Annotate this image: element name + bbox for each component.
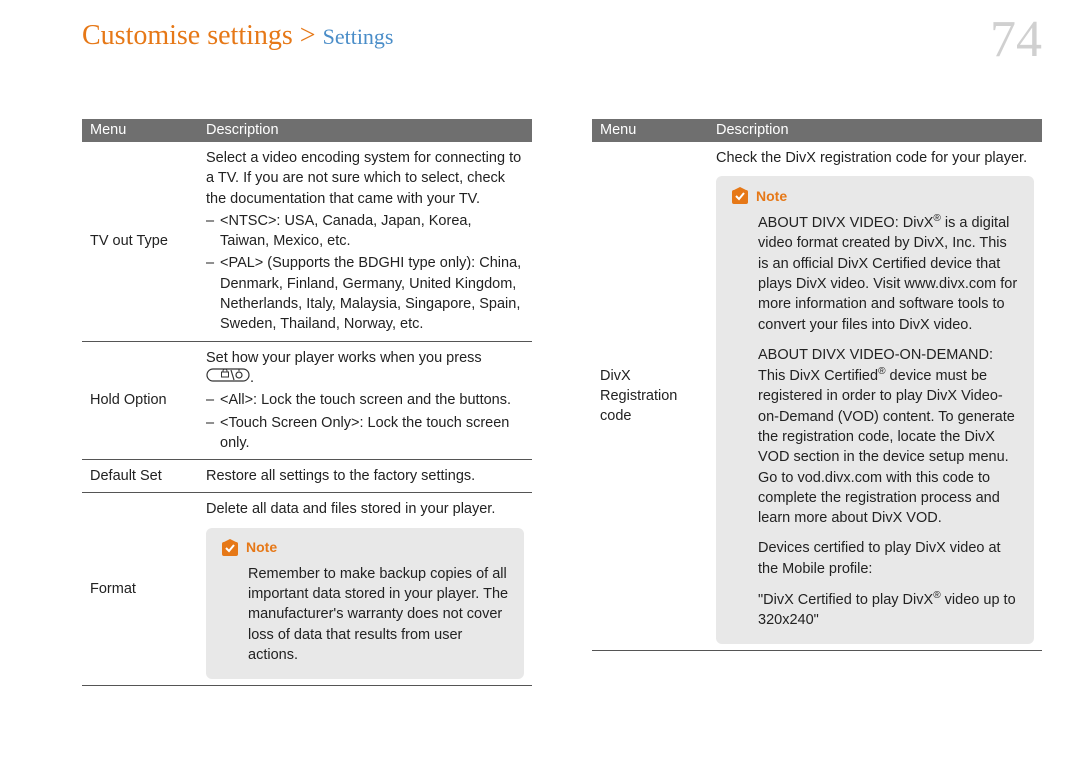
row-hold: Hold Option Set how your player works wh… bbox=[82, 341, 532, 460]
note-label: Note bbox=[246, 538, 277, 558]
menu-format: Format bbox=[82, 493, 198, 686]
breadcrumb-main: Customise settings bbox=[82, 20, 293, 51]
breadcrumb: Customise settings > Settings bbox=[0, 0, 1080, 64]
col-header-menu-r: Menu bbox=[592, 119, 708, 142]
page-number: 74 bbox=[990, 10, 1042, 69]
note-header: Note bbox=[220, 538, 510, 558]
settings-table-right: Menu Description DivX Registration code … bbox=[592, 119, 1042, 651]
hold-bullet-all: – <All>: Lock the touch screen and the b… bbox=[206, 390, 524, 410]
note-icon-r bbox=[730, 186, 750, 206]
menu-divx: DivX Registration code bbox=[592, 142, 708, 651]
divx-p2: ABOUT DIVX VIDEO-ON-DEMAND: This DivX Ce… bbox=[758, 345, 1020, 529]
col-header-description: Description bbox=[198, 119, 532, 142]
breadcrumb-sub: Settings bbox=[323, 24, 394, 49]
menu-tvout: TV out Type bbox=[82, 142, 198, 342]
note-label-r: Note bbox=[756, 187, 787, 207]
row-default: Default Set Restore all settings to the … bbox=[82, 460, 532, 493]
menu-default: Default Set bbox=[82, 460, 198, 493]
divx-note-box: Note ABOUT DIVX VIDEO: DivX® is a digita… bbox=[716, 176, 1034, 644]
row-divx: DivX Registration code Check the DivX re… bbox=[592, 142, 1042, 651]
note-icon bbox=[220, 538, 240, 558]
desc-default: Restore all settings to the factory sett… bbox=[198, 460, 532, 493]
tvout-bullet-pal: – <PAL> (Supports the BDGHI type only): … bbox=[206, 253, 524, 334]
tvout-bullet-ntsc: – <NTSC>: USA, Canada, Japan, Korea, Tai… bbox=[206, 211, 524, 252]
left-column: Menu Description TV out Type Select a vi… bbox=[82, 119, 532, 686]
row-tvout: TV out Type Select a video encoding syst… bbox=[82, 142, 532, 342]
content-area: Menu Description TV out Type Select a vi… bbox=[0, 64, 1080, 686]
menu-hold: Hold Option bbox=[82, 341, 198, 460]
right-column: Menu Description DivX Registration code … bbox=[592, 119, 1042, 686]
desc-tvout: Select a video encoding system for conne… bbox=[198, 142, 532, 342]
desc-format: Delete all data and files stored in your… bbox=[198, 493, 532, 686]
format-intro: Delete all data and files stored in your… bbox=[206, 499, 524, 519]
breadcrumb-sep: > bbox=[293, 20, 323, 51]
col-header-menu: Menu bbox=[82, 119, 198, 142]
divx-p4: "DivX Certified to play DivX® video up t… bbox=[758, 589, 1020, 630]
settings-table-left: Menu Description TV out Type Select a vi… bbox=[82, 119, 532, 686]
divx-note-body: ABOUT DIVX VIDEO: DivX® is a digital vid… bbox=[730, 212, 1020, 630]
row-format: Format Delete all data and files stored … bbox=[82, 493, 532, 686]
tvout-intro: Select a video encoding system for conne… bbox=[206, 148, 524, 209]
desc-divx: Check the DivX registration code for you… bbox=[708, 142, 1042, 651]
divx-p3: Devices certified to play DivX video at … bbox=[758, 538, 1020, 579]
hold-intro: Set how your player works when you press… bbox=[206, 348, 524, 389]
divx-p1: ABOUT DIVX VIDEO: DivX® is a digital vid… bbox=[758, 212, 1020, 335]
hold-bullet-touch: – <Touch Screen Only>: Lock the touch sc… bbox=[206, 413, 524, 454]
divx-intro: Check the DivX registration code for you… bbox=[716, 148, 1034, 168]
format-note-box: Note Remember to make backup copies of a… bbox=[206, 528, 524, 679]
col-header-description-r: Description bbox=[708, 119, 1042, 142]
format-note-body: Remember to make backup copies of all im… bbox=[220, 564, 510, 665]
note-header-r: Note bbox=[730, 186, 1020, 206]
desc-hold: Set how your player works when you press… bbox=[198, 341, 532, 460]
hold-button-icon bbox=[206, 368, 250, 388]
